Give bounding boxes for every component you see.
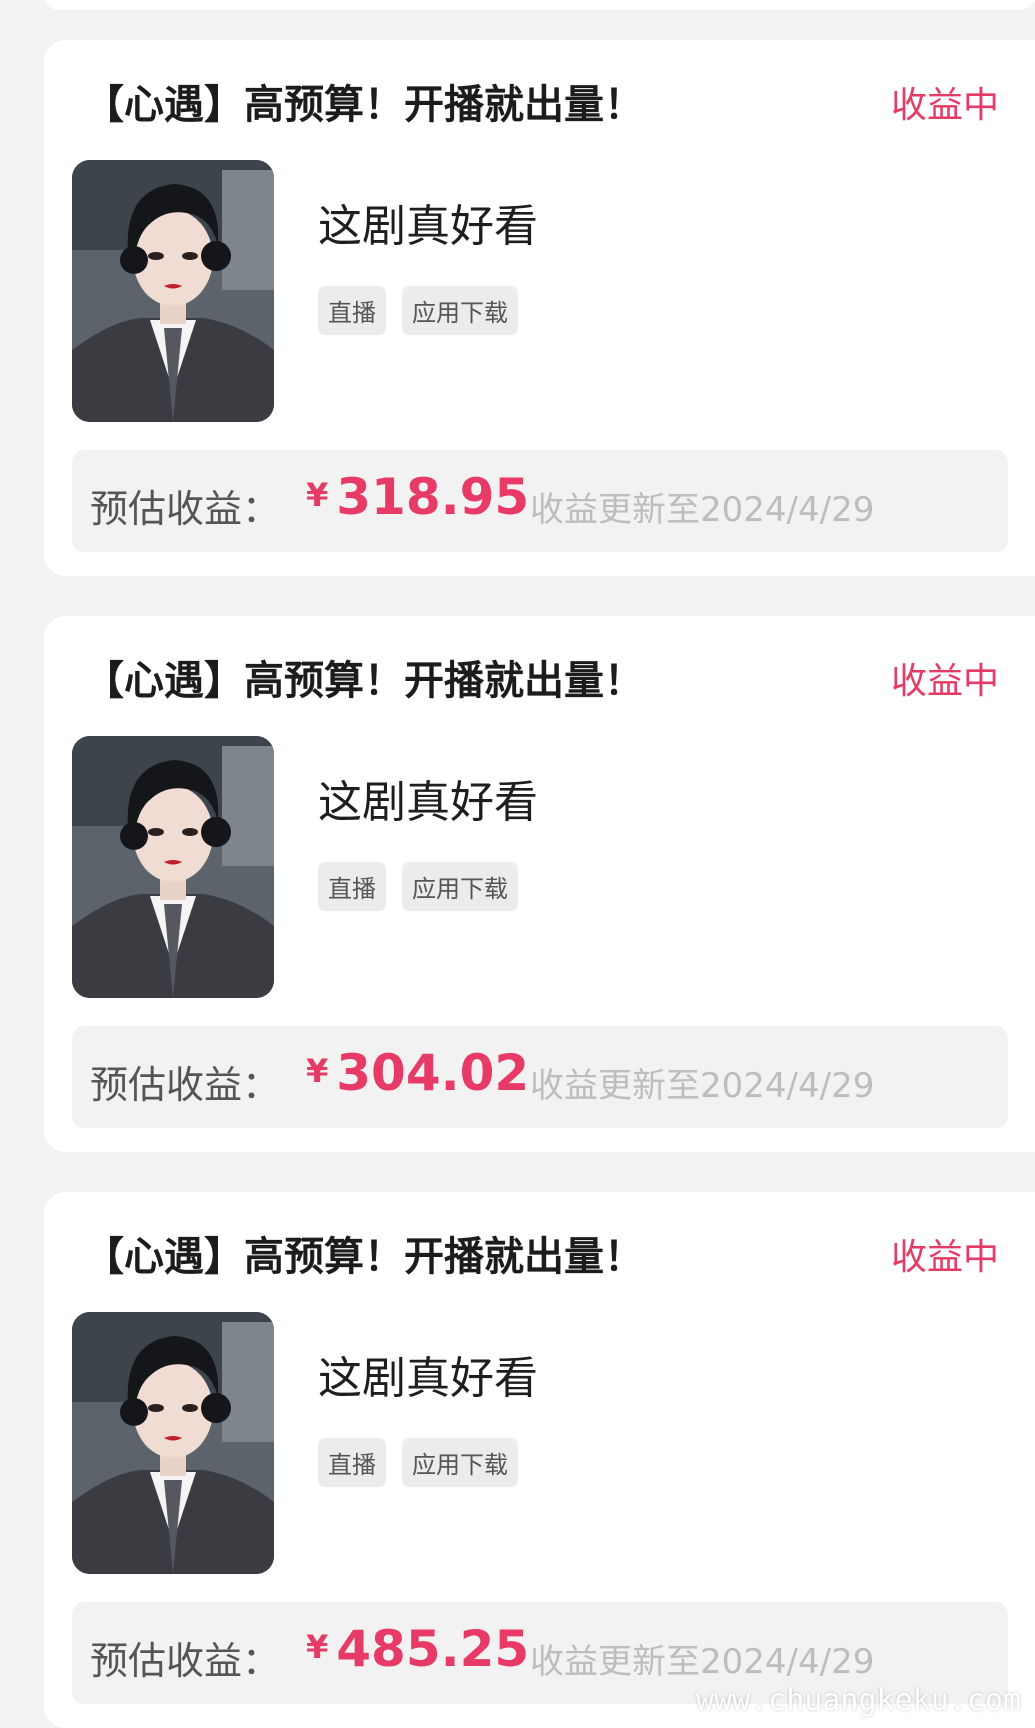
drama-cover-image[interactable] <box>72 736 274 998</box>
task-title: 【心遇】高预算！开播就出量！ <box>84 82 644 128</box>
earnings-updated-date: 收益更新至2024/4/29 <box>530 1066 875 1106</box>
task-card[interactable]: 【心遇】高预算！开播就出量！ 收益中 这剧真好看 直播 应用下载 预估收益： ¥… <box>44 40 1035 576</box>
drama-name: 这剧真好看 <box>318 201 538 252</box>
earnings-label: 预估收益： <box>90 487 281 531</box>
earnings-label: 预估收益： <box>90 1639 281 1683</box>
amount-value: 485.25 <box>336 1620 530 1678</box>
currency-symbol: ¥ <box>306 476 329 514</box>
earnings-amount: ¥318.95 <box>306 468 529 526</box>
site-watermark: www.chuangkeku.com <box>695 1683 1021 1718</box>
tag-live: 直播 <box>318 862 386 911</box>
task-title: 【心遇】高预算！开播就出量！ <box>84 658 644 704</box>
earnings-bar: 预估收益： ¥318.95 收益更新至2024/4/29 <box>72 450 1008 552</box>
status-badge: 收益中 <box>890 661 999 702</box>
tag-list: 直播 应用下载 <box>318 1438 518 1487</box>
tag-app-download: 应用下载 <box>402 1438 518 1487</box>
status-badge: 收益中 <box>890 1237 999 1278</box>
tag-live: 直播 <box>318 286 386 335</box>
tag-app-download: 应用下载 <box>402 286 518 335</box>
task-title: 【心遇】高预算！开播就出量！ <box>84 1234 644 1280</box>
drama-cover-image[interactable] <box>72 160 274 422</box>
tag-list: 直播 应用下载 <box>318 862 518 911</box>
drama-name: 这剧真好看 <box>318 1353 538 1404</box>
earnings-updated-date: 收益更新至2024/4/29 <box>530 1642 875 1682</box>
tag-list: 直播 应用下载 <box>318 286 518 335</box>
tag-app-download: 应用下载 <box>402 862 518 911</box>
status-badge: 收益中 <box>890 85 999 126</box>
currency-symbol: ¥ <box>306 1052 329 1090</box>
earnings-amount: ¥304.02 <box>306 1044 529 1102</box>
task-card[interactable]: 【心遇】高预算！开播就出量！ 收益中 这剧真好看 直播 应用下载 预估收益： ¥… <box>44 1192 1035 1728</box>
earnings-bar: 预估收益： ¥304.02 收益更新至2024/4/29 <box>72 1026 1008 1128</box>
previous-card-edge <box>44 0 1035 10</box>
currency-symbol: ¥ <box>306 1628 329 1666</box>
drama-cover-image[interactable] <box>72 1312 274 1574</box>
drama-name: 这剧真好看 <box>318 777 538 828</box>
earnings-label: 预估收益： <box>90 1063 281 1107</box>
earnings-amount: ¥485.25 <box>306 1620 529 1678</box>
task-card[interactable]: 【心遇】高预算！开播就出量！ 收益中 这剧真好看 直播 应用下载 预估收益： ¥… <box>44 616 1035 1152</box>
tag-live: 直播 <box>318 1438 386 1487</box>
portrait-image <box>72 1312 274 1574</box>
amount-value: 304.02 <box>336 1044 530 1102</box>
amount-value: 318.95 <box>336 468 530 526</box>
portrait-image <box>72 160 274 422</box>
portrait-image <box>72 736 274 998</box>
earnings-updated-date: 收益更新至2024/4/29 <box>530 490 875 530</box>
